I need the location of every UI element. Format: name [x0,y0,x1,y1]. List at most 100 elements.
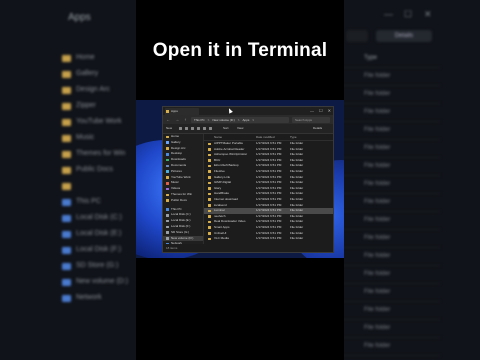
folder-icon [208,209,212,213]
background-type-header: Type [340,50,440,68]
cut-icon[interactable] [179,127,182,130]
background-sidebar-item: Network [58,290,138,306]
folder-icon [208,198,212,202]
command-bar: New Sort View Details [163,124,333,134]
maximize-button[interactable]: ☐ [319,108,323,114]
background-details-button: Details [376,30,432,42]
folder-icon [208,142,212,146]
background-sidebar-item: Zipper [58,98,138,114]
sidebar-item-label: New volume (D:) [171,235,194,240]
copy-icon[interactable] [185,127,188,130]
sidebar-item-label: YouTube Work [171,174,191,179]
sort-button[interactable]: Sort [223,126,229,131]
background-sidebar-item [58,178,138,194]
folder-icon [166,199,169,202]
breadcrumb-item[interactable]: This PC [194,118,205,122]
folder-icon [208,232,212,235]
close-icon: ✕ [424,9,432,19]
sidebar-item-label: Videos [171,186,181,191]
tab-apps[interactable]: Apps [165,108,199,115]
document-icon [166,164,169,168]
drive-icon [166,231,169,234]
minimize-button[interactable]: — [310,108,314,114]
sidebar-item-label: Design Arc [171,145,186,150]
background-sidebar-item: Local Disk (F:) [58,242,138,258]
search-input[interactable]: Search Apps [292,116,330,123]
folder-icon [208,170,212,174]
share-icon[interactable] [203,127,206,130]
delete-icon[interactable] [209,127,212,130]
background-search-box [346,30,368,42]
background-row-type: File folder [340,320,440,338]
background-sidebar-item: Themes for Win [58,146,138,162]
background-row-type: File folder [340,284,440,302]
file-date: 1/17/2024 6:51 PM [256,236,282,241]
minimize-icon: — [384,9,393,19]
close-button[interactable]: ✕ [328,108,331,114]
window-controls: — ☐ ✕ [310,108,331,114]
folder-icon [208,148,212,151]
download-icon [166,158,169,162]
status-bar: 18 items [163,244,333,252]
column-name[interactable]: Name [214,134,254,140]
column-type[interactable]: Type [290,134,318,140]
background-sidebar-item: Home [58,50,138,66]
sidebar-item-label: Documents [171,162,187,167]
folder-icon [208,204,212,207]
background-row-type: File folder [340,176,440,194]
background-row-type: File folder [340,104,440,122]
sidebar-item[interactable]: Public Docs [163,198,203,204]
drive-icon [166,219,169,223]
maximize-icon: ☐ [404,9,413,19]
breadcrumb-item[interactable]: New volume (D:) [212,118,234,122]
drive-icon [166,225,169,229]
background-row-type: File folder [340,266,440,284]
address-bar[interactable]: This PC > New volume (D:) > Apps > [191,116,289,123]
caption-text: Open it in Terminal [152,40,328,61]
background-row-type: File folder [340,86,440,104]
folder-icon [208,220,212,224]
view-button[interactable]: View [237,126,243,131]
paste-icon[interactable] [191,127,194,130]
column-date-modified[interactable]: Date modified [256,134,288,140]
background-row-type: File folder [340,140,440,158]
title-bar: Apps — ☐ ✕ [163,107,333,115]
breadcrumb-chevron-icon: > [207,117,210,122]
breadcrumb-item[interactable]: Apps [243,118,250,122]
rename-icon[interactable] [197,127,200,130]
column-headers: Name Date modified Type [204,134,333,141]
sidebar-item-label: Local Disk (E:) [171,218,191,223]
folder-icon [208,164,212,168]
video-icon [166,187,169,191]
background-sidebar: Home Gallery Design Arc Zipper YouTube Work M… [58,50,138,306]
new-button[interactable]: New [166,126,172,131]
folder-icon [208,215,212,218]
background-row-type: File folder [340,212,440,230]
background-sidebar-item: Local Disk (C:) [58,210,138,226]
folder-icon [166,193,169,197]
folder-icon [166,176,169,179]
video-panel: Open it in Terminal Apps — ☐ ✕ ← → ↑ ⟳ T… [136,0,344,360]
folder-icon [208,176,212,179]
background-row-type: File folder [340,194,440,212]
background-sidebar-item: YouTube Work [58,114,138,130]
file-type: File folder [290,236,304,241]
background-sidebar-item: Local Disk (E:) [58,226,138,242]
background-type-column: Type File folder File folder File folder Fi… [340,50,440,356]
sidebar-item-label: Pictures [171,168,182,173]
background-sidebar-item: Design Arc [58,82,138,98]
background-row-type: File folder [340,68,440,86]
background-sidebar-item: New volume (D:) [58,274,138,290]
details-button[interactable]: Details [313,126,322,131]
video-frame: Apps — ☐ ✕ Details Home Gallery Design Arc… [0,0,480,360]
file-name: VLC Media [214,236,229,241]
sidebar-item-label: Public Docs [171,197,187,202]
background-row-type: File folder [340,230,440,248]
sidebar-item-label: Music [171,180,179,185]
sidebar-item-label: Home [171,134,180,138]
background-title: Apps [68,12,91,23]
file-row[interactable]: VLC Media 1/17/2024 6:51 PM File folder [204,236,333,242]
background-sidebar-item: SD Store (G:) [58,258,138,274]
sidebar-item-label: This PC [171,206,182,211]
sidebar-item-label: Themes for Win [171,191,193,196]
